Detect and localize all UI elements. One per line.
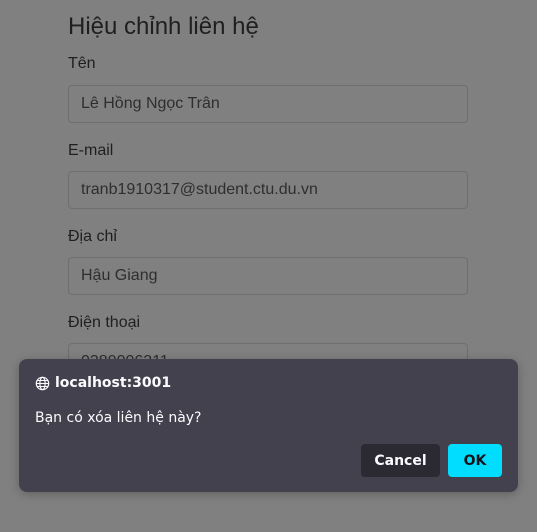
address-input[interactable]: Hậu Giang (68, 257, 468, 295)
globe-icon (35, 376, 50, 390)
page-title: Hiệu chỉnh liên hệ (68, 13, 259, 40)
cancel-button[interactable]: Cancel (361, 444, 440, 477)
phone-label: Điện thoại (68, 314, 141, 331)
edit-contact-page: Hiệu chỉnh liên hệ Tên Lê Hồng Ngọc Trân… (0, 0, 537, 532)
ok-button[interactable]: OK (448, 444, 502, 477)
email-label: E-mail (68, 142, 114, 159)
dialog-message: Bạn có xóa liên hệ này? (35, 410, 202, 426)
address-label: Địa chỉ (68, 228, 117, 245)
dialog-header: localhost:3001 (35, 375, 171, 391)
confirm-dialog: localhost:3001 Bạn có xóa liên hệ này? C… (19, 359, 518, 492)
name-label: Tên (68, 55, 96, 72)
email-input[interactable]: tranb1910317@student.ctu.du.vn (68, 171, 468, 209)
dialog-host: localhost:3001 (55, 375, 172, 391)
name-input[interactable]: Lê Hồng Ngọc Trân (68, 85, 468, 123)
